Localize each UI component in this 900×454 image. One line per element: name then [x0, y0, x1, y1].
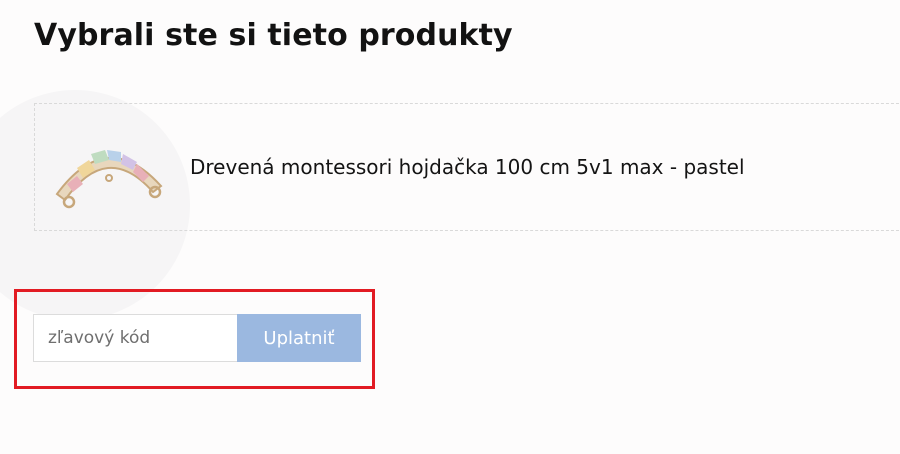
product-name[interactable]: Drevená montessori hojdačka 100 cm 5v1 m… [190, 155, 745, 179]
wooden-rocker-icon[interactable] [49, 122, 167, 214]
cart-page: Vybrali ste si tieto produkty Drevená mo… [0, 0, 900, 454]
product-item: Drevená montessori hojdačka 100 cm 5v1 m… [34, 103, 900, 231]
apply-coupon-button[interactable]: Uplatniť [237, 314, 361, 362]
discount-code-input[interactable] [33, 314, 237, 362]
page-title: Vybrali ste si tieto produkty [34, 18, 513, 53]
